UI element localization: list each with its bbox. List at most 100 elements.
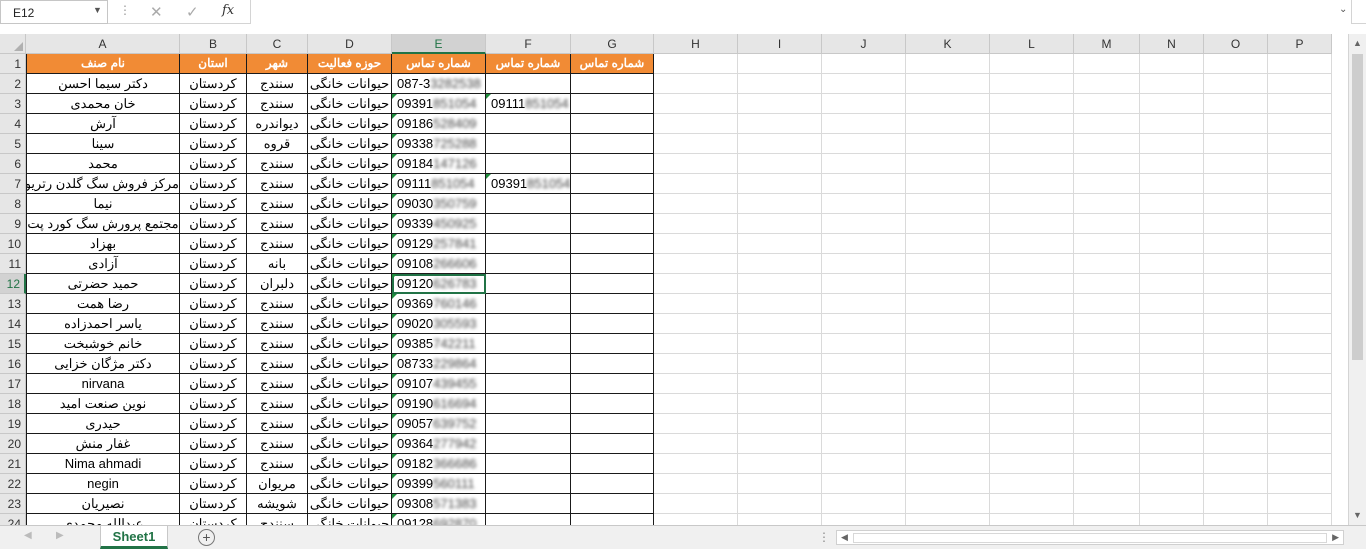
data-cell[interactable]: محمد	[26, 154, 180, 174]
data-cell[interactable]: سنندج	[247, 354, 308, 374]
empty-cell[interactable]	[1204, 114, 1268, 134]
data-cell[interactable]: حیوانات خانگی	[308, 454, 392, 474]
data-cell[interactable]: حیوانات خانگی	[308, 174, 392, 194]
empty-cell[interactable]	[822, 394, 906, 414]
data-cell[interactable]: دکتر سیما احسن	[26, 74, 180, 94]
phone-cell[interactable]: 09391851054	[486, 174, 571, 194]
empty-cell[interactable]	[1268, 234, 1332, 254]
empty-cell[interactable]	[822, 494, 906, 514]
empty-cell[interactable]	[1140, 294, 1204, 314]
data-cell[interactable]: negin	[26, 474, 180, 494]
empty-cell[interactable]	[822, 434, 906, 454]
empty-cell[interactable]	[1074, 474, 1140, 494]
expand-formula-bar-icon[interactable]: ⌄	[1339, 4, 1347, 15]
data-cell[interactable]: سنندج	[247, 154, 308, 174]
empty-cell[interactable]	[1268, 434, 1332, 454]
empty-cell[interactable]	[1140, 194, 1204, 214]
phone-cell[interactable]: 09129257841	[392, 234, 486, 254]
empty-cell[interactable]	[1204, 294, 1268, 314]
phone-cell[interactable]	[571, 134, 654, 154]
data-cell[interactable]: مرکز فروش سگ گلدن رتریور	[26, 174, 180, 194]
data-cell[interactable]: سنندج	[247, 194, 308, 214]
empty-cell[interactable]	[906, 314, 990, 334]
phone-cell[interactable]	[486, 234, 571, 254]
data-cell[interactable]: کردستان	[180, 114, 247, 134]
data-cell[interactable]: خان محمدی	[26, 94, 180, 114]
data-cell[interactable]: سنندج	[247, 94, 308, 114]
empty-cell[interactable]	[1268, 474, 1332, 494]
enter-icon[interactable]: ✓	[186, 3, 199, 21]
vertical-scrollbar[interactable]: ▲ ▼	[1348, 34, 1366, 525]
empty-cell[interactable]	[654, 234, 738, 254]
column-header-m[interactable]: M	[1074, 34, 1140, 54]
data-cell[interactable]: حیوانات خانگی	[308, 334, 392, 354]
empty-cell[interactable]	[738, 174, 822, 194]
empty-cell[interactable]	[822, 74, 906, 94]
data-cell[interactable]: حیوانات خانگی	[308, 374, 392, 394]
empty-cell[interactable]	[1074, 314, 1140, 334]
data-cell[interactable]: رضا همت	[26, 294, 180, 314]
empty-cell[interactable]	[1074, 154, 1140, 174]
data-cell[interactable]: سنندج	[247, 314, 308, 334]
phone-cell[interactable]: 09057639752	[392, 414, 486, 434]
empty-cell[interactable]	[1074, 254, 1140, 274]
empty-cell[interactable]	[1204, 314, 1268, 334]
empty-cell[interactable]	[1204, 94, 1268, 114]
data-cell[interactable]: کردستان	[180, 374, 247, 394]
phone-cell[interactable]	[486, 414, 571, 434]
empty-cell[interactable]	[1074, 234, 1140, 254]
data-cell[interactable]: حیوانات خانگی	[308, 514, 392, 525]
empty-cell[interactable]	[990, 94, 1074, 114]
empty-cell[interactable]	[1268, 174, 1332, 194]
empty-cell[interactable]	[738, 194, 822, 214]
data-cell[interactable]: سنندج	[247, 414, 308, 434]
column-header-b[interactable]: B	[180, 34, 247, 54]
empty-cell[interactable]	[906, 94, 990, 114]
empty-cell[interactable]	[906, 154, 990, 174]
empty-cell[interactable]	[906, 234, 990, 254]
phone-cell[interactable]: 09108266606	[392, 254, 486, 274]
empty-cell[interactable]	[654, 54, 738, 74]
empty-cell[interactable]	[906, 174, 990, 194]
empty-cell[interactable]	[1268, 154, 1332, 174]
column-header-j[interactable]: J	[822, 34, 906, 54]
phone-cell[interactable]	[486, 274, 571, 294]
empty-cell[interactable]	[1074, 414, 1140, 434]
empty-cell[interactable]	[822, 154, 906, 174]
empty-cell[interactable]	[906, 474, 990, 494]
empty-cell[interactable]	[1074, 274, 1140, 294]
empty-cell[interactable]	[822, 474, 906, 494]
empty-cell[interactable]	[654, 294, 738, 314]
phone-cell[interactable]: 09308571383	[392, 494, 486, 514]
empty-cell[interactable]	[1074, 394, 1140, 414]
empty-cell[interactable]	[990, 514, 1074, 525]
empty-cell[interactable]	[1268, 74, 1332, 94]
empty-cell[interactable]	[654, 414, 738, 434]
empty-cell[interactable]	[1140, 314, 1204, 334]
empty-cell[interactable]	[654, 94, 738, 114]
empty-cell[interactable]	[822, 334, 906, 354]
empty-cell[interactable]	[822, 294, 906, 314]
phone-cell[interactable]	[571, 174, 654, 194]
phone-cell[interactable]: 09190616694	[392, 394, 486, 414]
header-cell[interactable]: نام صنف	[26, 54, 180, 74]
empty-cell[interactable]	[1140, 254, 1204, 274]
row-header-17[interactable]: 17	[0, 374, 26, 394]
empty-cell[interactable]	[906, 74, 990, 94]
empty-cell[interactable]	[906, 454, 990, 474]
phone-cell[interactable]	[571, 234, 654, 254]
empty-cell[interactable]	[1140, 414, 1204, 434]
row-header-22[interactable]: 22	[0, 474, 26, 494]
empty-cell[interactable]	[654, 474, 738, 494]
data-cell[interactable]: نوین صنعت امید	[26, 394, 180, 414]
data-cell[interactable]: خانم خوشبخت	[26, 334, 180, 354]
phone-cell[interactable]	[486, 194, 571, 214]
empty-cell[interactable]	[906, 394, 990, 414]
data-cell[interactable]: حیوانات خانگی	[308, 354, 392, 374]
empty-cell[interactable]	[990, 74, 1074, 94]
header-cell[interactable]: شماره تماس	[571, 54, 654, 74]
phone-cell[interactable]	[486, 494, 571, 514]
data-cell[interactable]: حیدری	[26, 414, 180, 434]
empty-cell[interactable]	[738, 394, 822, 414]
empty-cell[interactable]	[906, 274, 990, 294]
